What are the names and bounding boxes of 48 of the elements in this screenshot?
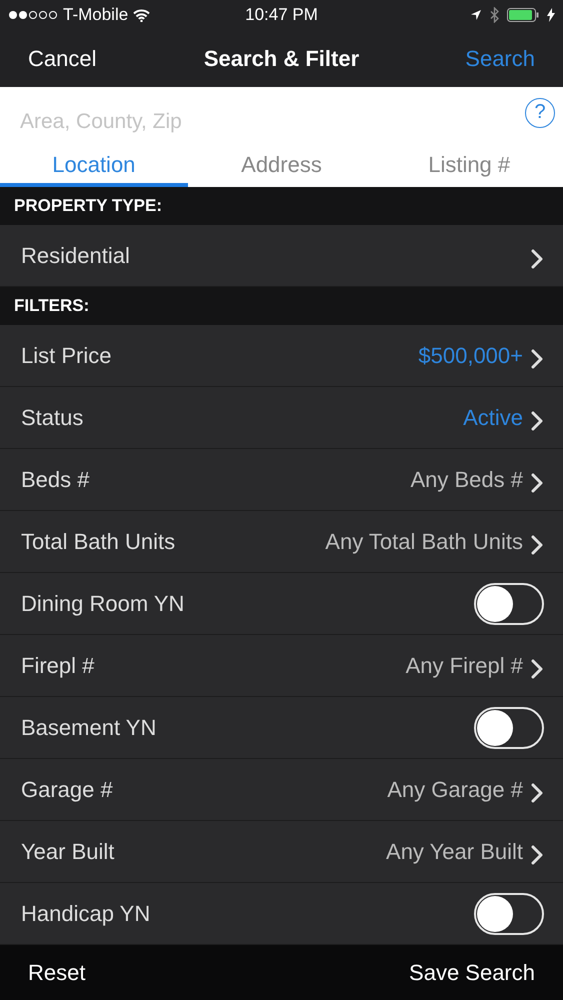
row-label: Status bbox=[21, 404, 84, 430]
chevron-icon bbox=[531, 534, 543, 554]
row-label: Dining Room YN bbox=[21, 590, 184, 616]
row-value: Any Garage # bbox=[387, 776, 523, 802]
clock-time: 10:47 PM bbox=[245, 5, 318, 24]
row-value: Active bbox=[463, 404, 523, 430]
row-value: Any Beds # bbox=[410, 466, 523, 492]
row-label: Residential bbox=[21, 242, 130, 268]
screen-title: Search & Filter bbox=[202, 46, 360, 72]
row-label: Basement YN bbox=[21, 714, 156, 740]
battery-icon bbox=[506, 8, 539, 22]
row-value: Any Total Bath Units bbox=[325, 528, 523, 554]
location-arrow-icon bbox=[470, 9, 482, 21]
toggle-switch[interactable] bbox=[474, 582, 544, 624]
row-label: List Price bbox=[21, 342, 112, 368]
tab[interactable]: Address bbox=[188, 150, 376, 187]
row-value: $500,000+ bbox=[418, 342, 523, 368]
row-label: Beds # bbox=[21, 466, 90, 492]
help-button[interactable]: ? bbox=[525, 98, 555, 128]
tab[interactable]: Listing # bbox=[375, 150, 563, 187]
chevron-icon bbox=[531, 410, 543, 430]
bluetooth-icon bbox=[490, 7, 499, 23]
reset-button[interactable]: Reset bbox=[28, 960, 86, 986]
cancel-button[interactable]: Cancel bbox=[28, 46, 96, 72]
chevron-icon bbox=[531, 348, 543, 368]
chevron-icon bbox=[531, 248, 543, 268]
carrier-name: T-Mobile bbox=[63, 5, 128, 25]
chevron-icon bbox=[531, 658, 543, 678]
row-label: Year Built bbox=[21, 838, 114, 864]
chevron-icon bbox=[531, 472, 543, 492]
search-button[interactable]: Search bbox=[465, 46, 535, 72]
section-header: FILTERS: bbox=[0, 287, 563, 325]
row-value: Any Firepl # bbox=[406, 652, 523, 678]
row-label: Firepl # bbox=[21, 652, 94, 678]
signal-icon bbox=[8, 10, 58, 20]
row-label: Handicap YN bbox=[21, 900, 150, 926]
charging-bolt-icon bbox=[546, 8, 555, 22]
chevron-icon bbox=[531, 782, 543, 802]
row-value: Any Year Built bbox=[386, 838, 523, 864]
section-header: PROPERTY TYPE: bbox=[0, 187, 563, 225]
row-label: Garage # bbox=[21, 776, 113, 802]
chevron-icon bbox=[531, 844, 543, 864]
save-search-button[interactable]: Save Search bbox=[409, 960, 535, 986]
toggle-switch[interactable] bbox=[474, 706, 544, 748]
toggle-switch[interactable] bbox=[474, 892, 544, 934]
wifi-icon bbox=[133, 8, 150, 22]
row-label: Total Bath Units bbox=[21, 528, 176, 554]
search-input[interactable]: Area, County, Zip bbox=[20, 104, 525, 134]
